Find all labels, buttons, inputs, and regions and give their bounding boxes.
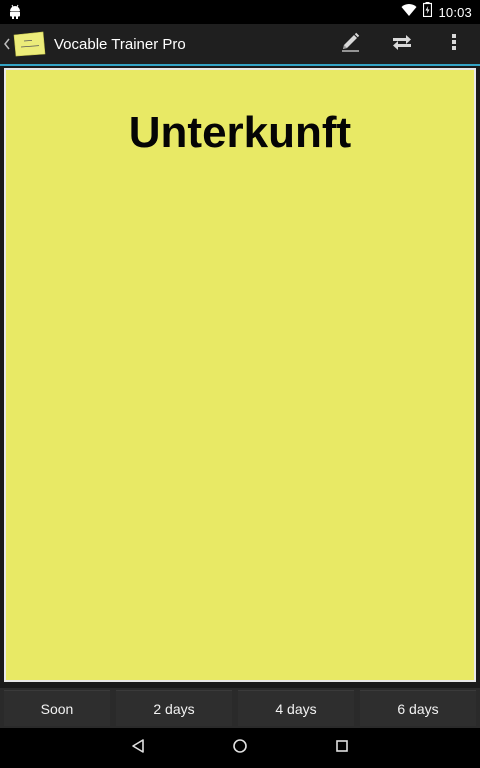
- action-bar-actions: [324, 24, 480, 64]
- swap-icon: [391, 33, 413, 56]
- navigation-bar: [0, 728, 480, 768]
- app-logo-icon[interactable]: [12, 31, 46, 57]
- flashcard-word: Unterkunft: [128, 108, 352, 157]
- app-title: Vocable Trainer Pro: [54, 35, 186, 53]
- status-indicators: 10:03: [401, 0, 472, 24]
- recents-icon: [334, 738, 350, 759]
- home-icon: [232, 738, 248, 759]
- six-days-button[interactable]: 6 days: [360, 690, 476, 726]
- action-bar: Vocable Trainer Pro: [0, 24, 480, 64]
- overflow-menu-button[interactable]: [428, 24, 480, 64]
- back-button[interactable]: [108, 728, 168, 768]
- flashcard-frame[interactable]: Unterkunft: [4, 68, 476, 682]
- up-navigation-icon[interactable]: [2, 24, 12, 64]
- schedule-button-row: Soon 2 days 4 days 6 days: [0, 688, 480, 728]
- soon-button[interactable]: Soon: [4, 690, 110, 726]
- edit-button[interactable]: [324, 24, 376, 64]
- screen: 10:03 Vocable Trainer Pro Unterkunft Soo…: [0, 0, 480, 768]
- home-button[interactable]: [210, 728, 270, 768]
- status-time: 10:03: [438, 4, 472, 20]
- status-bar: 10:03: [0, 0, 480, 24]
- flashcard[interactable]: Unterkunft: [6, 70, 474, 680]
- recents-button[interactable]: [312, 728, 372, 768]
- action-bar-divider: [0, 64, 480, 66]
- wifi-icon: [401, 3, 417, 22]
- overflow-menu-icon: [451, 33, 457, 56]
- android-icon: [8, 4, 22, 20]
- swap-direction-button[interactable]: [376, 24, 428, 64]
- two-days-button[interactable]: 2 days: [116, 690, 232, 726]
- pencil-icon: [339, 31, 361, 58]
- back-icon: [130, 738, 146, 759]
- four-days-button[interactable]: 4 days: [238, 690, 354, 726]
- battery-icon: [423, 2, 433, 22]
